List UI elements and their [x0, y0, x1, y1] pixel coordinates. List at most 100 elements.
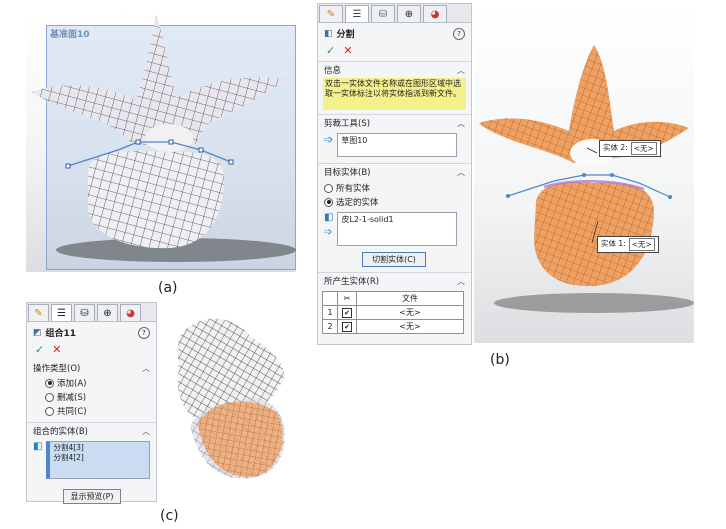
table-header-file: 文件 [356, 291, 464, 306]
appearance-icon[interactable]: ◕ [423, 5, 447, 22]
check-icon[interactable]: ✓ [326, 44, 335, 57]
feature-manager-icon[interactable]: ✎ [319, 5, 343, 22]
callout-value[interactable]: <无> [630, 142, 657, 155]
split-icon: ◧ [324, 28, 333, 39]
body-callout-2[interactable]: 实体 2: <无> [599, 140, 661, 157]
body-callout-1[interactable]: 实体 1: <无> [597, 236, 659, 253]
manager-tabs: ✎ ☰ ⛁ ⊕ ◕ [318, 4, 471, 23]
radio-all-bodies[interactable]: 所有实体 [324, 181, 465, 195]
property-manager-icon[interactable]: ☰ [345, 5, 369, 22]
target-options: 所有实体 选定的实体 [318, 180, 471, 210]
dimxpert-icon[interactable]: ⊕ [397, 5, 421, 22]
row-number: 1 [322, 305, 338, 320]
row-file-value[interactable]: <无> [356, 305, 464, 320]
trim-tool-item[interactable]: 草图10 [341, 136, 367, 145]
panel-title: ◩ 组合11 ? [27, 322, 156, 343]
chevron-up-icon[interactable]: ︿ [457, 167, 465, 178]
feature-manager-icon[interactable]: ✎ [28, 304, 49, 321]
result-header-text: 所产生实体(R) [324, 277, 380, 287]
trim-tools-header[interactable]: 剪裁工具(S) ︿ [318, 114, 471, 131]
chevron-up-icon[interactable]: ︿ [457, 276, 465, 287]
op-header-text: 操作类型(O) [33, 364, 81, 374]
bodies-list[interactable]: 分割4[3] 分割4[2] [46, 441, 150, 479]
target-header-text: 目标实体(B) [324, 168, 371, 178]
info-section-header[interactable]: 信息 ︿ [318, 61, 471, 78]
table-row[interactable]: 1 ✔ <无> [322, 305, 464, 320]
panel-title-text: 分割 [336, 30, 355, 40]
arrow-icon: ➩ [324, 227, 333, 238]
radio-add[interactable]: 添加(A) [45, 376, 150, 390]
caption-c: (c) [160, 508, 179, 524]
figure-a-viewport[interactable]: 基准面10 [26, 10, 296, 272]
combine-icon: ◩ [33, 327, 42, 338]
target-bodies-header[interactable]: 目标实体(B) ︿ [318, 163, 471, 180]
trim-header-text: 剪裁工具(S) [324, 119, 371, 129]
arrow-icon: ➩ [324, 133, 334, 146]
cut-button-row: 切割实体(C) [318, 248, 471, 272]
radio-subtract[interactable]: 删减(S) [45, 390, 150, 404]
chevron-up-icon[interactable]: ︿ [142, 363, 150, 374]
close-icon[interactable]: ✕ [343, 44, 352, 57]
callout-value[interactable]: <无> [628, 238, 655, 251]
figure-b-viewport[interactable]: 实体 2: <无> 实体 1: <无> [474, 3, 694, 343]
chevron-up-icon[interactable]: ︿ [142, 426, 150, 437]
operation-type-header[interactable]: 操作类型(O) ︿ [27, 360, 156, 376]
vertebra-model-a [31, 15, 296, 262]
solid-body-icon: ◧ [33, 441, 43, 452]
help-icon[interactable]: ? [138, 326, 150, 339]
callout-label: 实体 1: [601, 239, 626, 248]
target-body-item[interactable]: 皮L2-1-solid1 [341, 215, 393, 224]
list-item[interactable]: 分割4[3] [53, 443, 146, 453]
panel-title: ◧ 分割 ? [318, 23, 471, 44]
bodies-to-combine-header[interactable]: 组合的实体(B) ︿ [27, 422, 156, 439]
appearance-icon[interactable]: ◕ [120, 304, 141, 321]
caption-a: (a) [158, 280, 178, 296]
panel-title-text: 组合11 [45, 329, 77, 339]
radio-common[interactable]: 共同(C) [45, 404, 150, 418]
info-message: 双击一实体文件名称或在图形区域中选取一实体标注以将实体指派到新文件。 [323, 78, 466, 110]
target-row: ◧ ➩ 皮L2-1-solid1 [318, 210, 471, 248]
row-checkbox[interactable]: ✔ [342, 307, 352, 318]
callout-label: 实体 2: [603, 143, 628, 152]
figure-c-viewport[interactable] [160, 306, 300, 500]
vertebra-model-c [177, 318, 285, 479]
property-manager-icon[interactable]: ☰ [51, 304, 72, 321]
row-file-value[interactable]: <无> [356, 319, 464, 334]
confirm-row: ✓ ✕ [27, 343, 156, 360]
scissors-icon: ✂ [337, 291, 357, 306]
close-icon[interactable]: ✕ [52, 343, 61, 356]
row-checkbox[interactable]: ✔ [342, 321, 352, 332]
radio-all-label: 所有实体 [336, 184, 371, 194]
radio-common-label: 共同(C) [57, 407, 87, 417]
vertebra-model-b [479, 45, 694, 313]
resulting-bodies-header[interactable]: 所产生实体(R) ︿ [318, 272, 471, 289]
operation-options: 添加(A) 删减(S) 共同(C) [27, 376, 156, 418]
preview-button-row: 显示预览(P) [27, 481, 156, 504]
config-manager-icon[interactable]: ⛁ [74, 304, 95, 321]
confirm-row: ✓ ✕ [318, 44, 471, 61]
trim-row: ➩ 草图10 [318, 131, 471, 163]
chevron-up-icon[interactable]: ︿ [457, 65, 465, 76]
resulting-bodies-table: ✂ 文件 1 ✔ <无> 2 ✔ <无> [322, 291, 464, 334]
table-header-row: ✂ 文件 [322, 291, 464, 306]
list-item[interactable]: 分割4[2] [53, 453, 146, 463]
property-manager-combine: ✎ ☰ ⛁ ⊕ ◕ ◩ 组合11 ? ✓ ✕ 操作类型(O) ︿ 添加(A) 删… [26, 302, 157, 504]
check-icon[interactable]: ✓ [35, 343, 44, 356]
radio-selected-bodies[interactable]: 选定的实体 [324, 195, 465, 209]
table-row[interactable]: 2 ✔ <无> [322, 319, 464, 334]
config-manager-icon[interactable]: ⛁ [371, 5, 395, 22]
help-icon[interactable]: ? [453, 27, 465, 40]
trim-tool-list[interactable]: 草图10 [337, 133, 458, 157]
property-manager-split: ✎ ☰ ⛁ ⊕ ◕ ◧ 分割 ? ✓ ✕ 信息 ︿ 双击一实体文件名称或在图形区… [317, 3, 472, 345]
radio-add-label: 添加(A) [57, 379, 87, 389]
dimxpert-icon[interactable]: ⊕ [97, 304, 118, 321]
manager-tabs: ✎ ☰ ⛁ ⊕ ◕ [27, 303, 156, 322]
solid-body-icon: ◧ [324, 212, 334, 223]
row-number: 2 [322, 319, 338, 334]
show-preview-button[interactable]: 显示预览(P) [63, 489, 121, 504]
info-header-text: 信息 [324, 66, 342, 76]
target-body-list[interactable]: 皮L2-1-solid1 [337, 212, 458, 246]
radio-selected-label: 选定的实体 [336, 198, 379, 208]
chevron-up-icon[interactable]: ︿ [457, 118, 465, 129]
cut-bodies-button[interactable]: 切割实体(C) [362, 252, 426, 267]
